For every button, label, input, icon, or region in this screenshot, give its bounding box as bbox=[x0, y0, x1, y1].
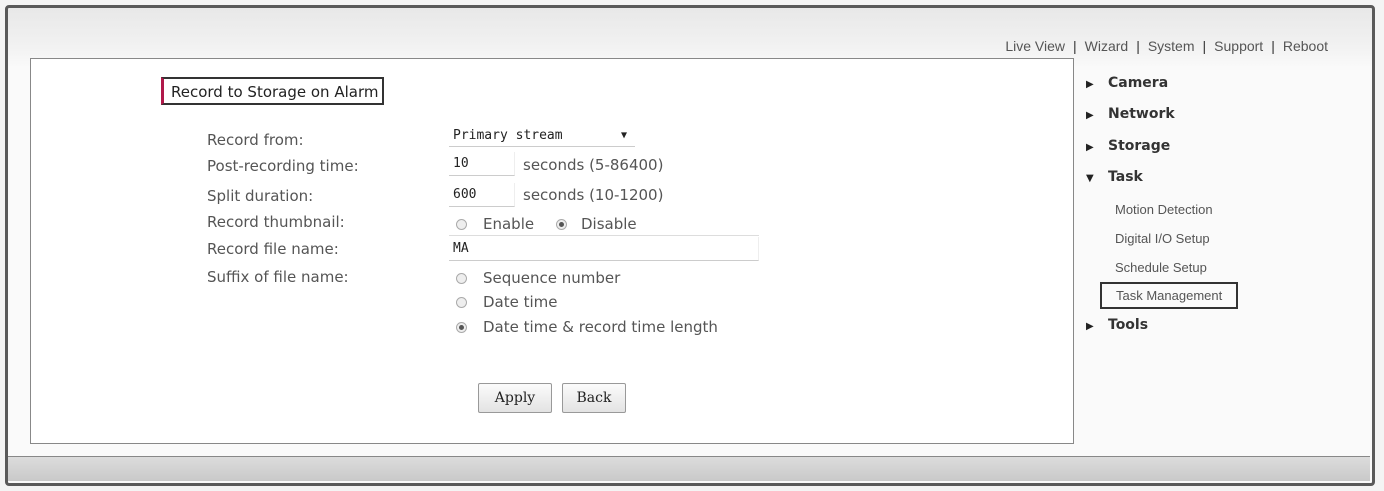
sidebar-item-camera[interactable]: ▶ Camera bbox=[1086, 75, 1168, 91]
split-duration-label: Split duration: bbox=[207, 187, 314, 205]
record-file-name-label: Record file name: bbox=[207, 240, 339, 258]
sidebar-subitem-task-management[interactable]: Task Management bbox=[1100, 282, 1239, 309]
caret-right-icon: ▶ bbox=[1086, 321, 1094, 332]
nav-separator: | bbox=[1072, 38, 1077, 54]
nav-separator: | bbox=[1136, 38, 1140, 54]
nav-reboot[interactable]: Reboot bbox=[1283, 38, 1328, 54]
post-recording-label: Post-recording time: bbox=[207, 157, 359, 175]
post-recording-unit: seconds (5-86400) bbox=[523, 156, 664, 174]
footer-bar bbox=[8, 456, 1370, 481]
sidebar-item-task[interactable]: ▼ Task bbox=[1086, 169, 1143, 185]
record-from-value: Primary stream bbox=[453, 128, 563, 143]
sidebar-item-storage[interactable]: ▶ Storage bbox=[1086, 138, 1170, 154]
suffix-sequence-label: Sequence number bbox=[483, 269, 621, 287]
record-file-name-input[interactable]: MA bbox=[449, 237, 759, 261]
split-duration-unit: seconds (10-1200) bbox=[523, 186, 664, 204]
nav-support[interactable]: Support bbox=[1214, 38, 1263, 54]
thumbnail-disable-radio[interactable] bbox=[556, 219, 567, 230]
content-panel: Record to Storage on Alarm Record from: … bbox=[30, 58, 1074, 444]
record-from-select[interactable]: Primary stream ▼ bbox=[449, 125, 635, 147]
suffix-sequence-radio[interactable] bbox=[456, 273, 467, 284]
caret-right-icon: ▶ bbox=[1086, 142, 1094, 153]
nav-separator: | bbox=[1271, 38, 1275, 54]
suffix-datetime-length-radio[interactable] bbox=[456, 322, 467, 333]
post-recording-input[interactable]: 10 bbox=[449, 152, 515, 176]
sidebar-item-network[interactable]: ▶ Network bbox=[1086, 106, 1175, 122]
section-title: Record to Storage on Alarm bbox=[161, 77, 385, 105]
sidebar-subitem-motion-detection[interactable]: Motion Detection bbox=[1115, 202, 1213, 217]
split-duration-input[interactable]: 600 bbox=[449, 183, 515, 207]
back-button[interactable]: Back bbox=[562, 383, 626, 413]
caret-right-icon: ▶ bbox=[1086, 79, 1094, 90]
suffix-datetime-radio[interactable] bbox=[456, 297, 467, 308]
sidebar-item-label: Storage bbox=[1108, 138, 1171, 154]
caret-down-icon: ▼ bbox=[1086, 173, 1094, 184]
suffix-datetime-length-label: Date time & record time length bbox=[483, 318, 718, 336]
sidebar-item-label: Camera bbox=[1108, 75, 1169, 91]
nav-live-view[interactable]: Live View bbox=[1005, 38, 1065, 54]
sidebar-subitem-schedule-setup[interactable]: Schedule Setup bbox=[1115, 260, 1207, 275]
sidebar-item-tools[interactable]: ▶ Tools bbox=[1086, 317, 1148, 333]
thumbnail-disable-label: Disable bbox=[581, 215, 637, 233]
thumbnail-enable-label: Enable bbox=[483, 215, 535, 233]
apply-button[interactable]: Apply bbox=[478, 383, 552, 413]
record-thumbnail-label: Record thumbnail: bbox=[207, 213, 345, 231]
suffix-label: Suffix of file name: bbox=[207, 268, 349, 286]
nav-system[interactable]: System bbox=[1148, 38, 1195, 54]
sidebar-item-label: Task bbox=[1108, 169, 1143, 185]
suffix-datetime-label: Date time bbox=[483, 293, 558, 311]
thumbnail-enable-radio[interactable] bbox=[456, 219, 467, 230]
sidebar-subitem-digital-io-setup[interactable]: Digital I/O Setup bbox=[1115, 231, 1210, 246]
top-navigation: Live View | Wizard | System | Support | Reboot bbox=[1005, 38, 1328, 54]
divider bbox=[449, 235, 759, 236]
caret-right-icon: ▶ bbox=[1086, 110, 1094, 121]
record-from-label: Record from: bbox=[207, 131, 304, 149]
sidebar-item-label: Tools bbox=[1108, 317, 1149, 333]
nav-separator: | bbox=[1202, 38, 1207, 54]
nav-wizard[interactable]: Wizard bbox=[1085, 38, 1129, 54]
chevron-down-icon: ▼ bbox=[620, 130, 627, 141]
sidebar-item-label: Network bbox=[1108, 106, 1175, 122]
